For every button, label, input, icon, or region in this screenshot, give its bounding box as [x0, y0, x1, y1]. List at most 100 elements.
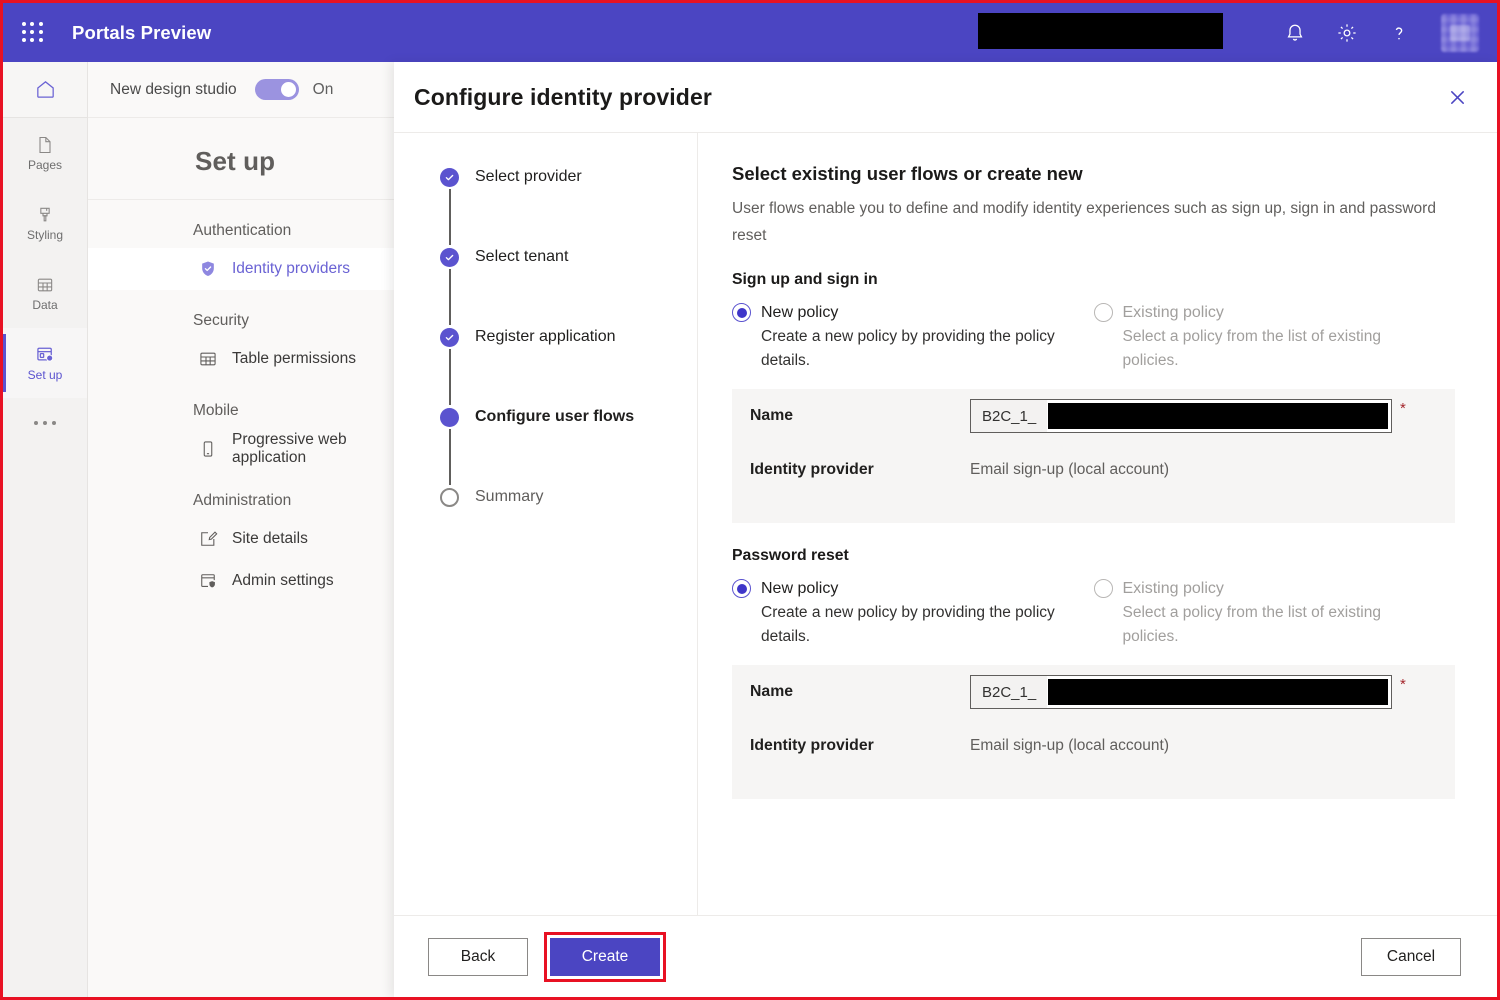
nav-group-mobile: Mobile	[88, 380, 394, 428]
sidebar-item-site-details[interactable]: Site details	[88, 518, 394, 560]
dialog-title: Configure identity provider	[414, 84, 712, 111]
new-policy-label: New policy	[761, 304, 838, 322]
app-window: Portals Preview	[0, 0, 1500, 1000]
name-field-row: Name B2C_1_ *	[732, 665, 1455, 719]
step-summary[interactable]: Summary	[440, 485, 697, 509]
new-policy-option[interactable]: New policy Create a new policy by provid…	[732, 303, 1094, 373]
section-label: Password reset	[732, 547, 1455, 565]
rail-item-label: Pages	[28, 158, 62, 172]
home-icon[interactable]	[3, 62, 87, 118]
new-policy-description: Create a new policy by providing the pol…	[732, 325, 1070, 373]
step-select-tenant[interactable]: Select tenant	[440, 245, 697, 325]
step-connector	[449, 189, 451, 245]
step-register-application[interactable]: Register application	[440, 325, 697, 405]
redacted-search-box[interactable]	[978, 13, 1223, 49]
cancel-button[interactable]: Cancel	[1361, 938, 1461, 976]
sidebar-item-admin-settings[interactable]: Admin settings	[88, 560, 394, 602]
step-select-provider[interactable]: Select provider	[440, 165, 697, 245]
step-label: Select tenant	[475, 245, 568, 269]
sidebar-item-identity-providers[interactable]: Identity providers	[88, 248, 394, 290]
existing-policy-description: Select a policy from the list of existin…	[1094, 325, 1432, 373]
top-bar: Portals Preview	[3, 3, 1497, 62]
rail-item-setup[interactable]: Set up	[3, 328, 87, 398]
back-button[interactable]: Back	[428, 938, 528, 976]
redacted-policy-name-value	[1048, 403, 1388, 429]
toggle-state-label: On	[313, 81, 334, 99]
paintbrush-icon	[35, 205, 55, 225]
existing-policy-description: Select a policy from the list of existin…	[1094, 601, 1432, 649]
new-policy-radio[interactable]	[732, 303, 751, 322]
panel-footer: Back Create Cancel	[394, 915, 1497, 997]
existing-policy-radio[interactable]	[1094, 303, 1113, 322]
step-connector	[449, 349, 451, 405]
rail-item-styling[interactable]: Styling	[3, 188, 87, 258]
bell-icon[interactable]	[1281, 19, 1309, 47]
wizard-stepper: Select provider Select tenant Register a…	[394, 133, 698, 915]
new-policy-description: Create a new policy by providing the pol…	[732, 601, 1070, 649]
create-button[interactable]: Create	[550, 938, 660, 976]
identity-provider-field-row: Identity provider Email sign-up (local a…	[732, 443, 1455, 497]
create-button-highlight: Create	[544, 932, 666, 982]
sidebar-item-label: Progressive web application	[232, 431, 394, 467]
identity-provider-field-row: Identity provider Email sign-up (local a…	[732, 719, 1455, 773]
help-icon[interactable]	[1385, 19, 1413, 47]
rail-item-data[interactable]: Data	[3, 258, 87, 328]
table-icon	[198, 349, 218, 369]
policy-radio-group: New policy Create a new policy by provid…	[732, 303, 1455, 373]
step-label: Register application	[475, 325, 616, 349]
new-policy-radio[interactable]	[732, 579, 751, 598]
rail-item-pages[interactable]: Pages	[3, 118, 87, 188]
app-launcher-icon[interactable]	[22, 22, 44, 44]
configure-identity-provider-panel: Configure identity provider Select provi…	[394, 62, 1497, 997]
step-label: Summary	[475, 485, 543, 509]
sidebar-item-label: Admin settings	[232, 572, 334, 590]
policy-name-input[interactable]: B2C_1_	[970, 399, 1392, 433]
step-label: Select provider	[475, 165, 582, 189]
policy-name-input[interactable]: B2C_1_	[970, 675, 1392, 709]
admin-shield-icon	[198, 571, 218, 591]
design-studio-label: New design studio	[110, 81, 237, 99]
nav-group-authentication: Authentication	[88, 200, 394, 248]
content-heading: Select existing user flows or create new	[732, 163, 1455, 185]
panel-body: Select provider Select tenant Register a…	[394, 132, 1497, 915]
policy-radio-group: New policy Create a new policy by provid…	[732, 579, 1455, 649]
close-icon[interactable]	[1441, 81, 1473, 113]
mobile-icon	[198, 439, 218, 459]
panel-header: Configure identity provider	[394, 62, 1497, 132]
step-connector	[449, 269, 451, 325]
step-done-icon	[440, 168, 459, 187]
policy-name-prefix: B2C_1_	[971, 400, 1047, 432]
identity-provider-label: Identity provider	[750, 461, 970, 479]
rail-item-label: Data	[32, 298, 57, 312]
rail-item-label: Styling	[27, 228, 63, 242]
sidebar-item-table-permissions[interactable]: Table permissions	[88, 338, 394, 380]
sidebar-item-label: Identity providers	[232, 260, 350, 278]
step-current-icon	[440, 408, 459, 427]
design-studio-toggle[interactable]	[255, 79, 299, 100]
policy-name-prefix: B2C_1_	[971, 676, 1047, 708]
page-title: Set up	[88, 118, 394, 200]
panel-content: Select existing user flows or create new…	[698, 133, 1497, 915]
design-studio-toggle-row: New design studio On	[88, 62, 394, 118]
rail-more-options[interactable]	[3, 398, 87, 448]
table-icon	[35, 275, 55, 295]
identity-provider-label: Identity provider	[750, 737, 970, 755]
existing-policy-option[interactable]: Existing policy Select a policy from the…	[1094, 579, 1456, 649]
setup-icon	[35, 345, 55, 365]
required-marker: *	[1400, 677, 1406, 692]
sidebar-item-progressive-web-application[interactable]: Progressive web application	[88, 428, 394, 470]
existing-policy-label: Existing policy	[1123, 304, 1224, 322]
signup-policy-fields: Name B2C_1_ * Identity provider	[732, 389, 1455, 523]
existing-policy-radio[interactable]	[1094, 579, 1113, 598]
step-configure-user-flows[interactable]: Configure user flows	[440, 405, 697, 485]
required-marker: *	[1400, 401, 1406, 416]
gear-icon[interactable]	[1333, 19, 1361, 47]
identity-provider-value: Email sign-up (local account)	[970, 737, 1169, 755]
passwordreset-policy-fields: Name B2C_1_ * Identity provider	[732, 665, 1455, 799]
existing-policy-option[interactable]: Existing policy Select a policy from the…	[1094, 303, 1456, 373]
section-label: Sign up and sign in	[732, 271, 1455, 289]
new-policy-option[interactable]: New policy Create a new policy by provid…	[732, 579, 1094, 649]
nav-group-administration: Administration	[88, 470, 394, 518]
avatar[interactable]	[1441, 14, 1479, 52]
site-edit-icon	[198, 529, 218, 549]
